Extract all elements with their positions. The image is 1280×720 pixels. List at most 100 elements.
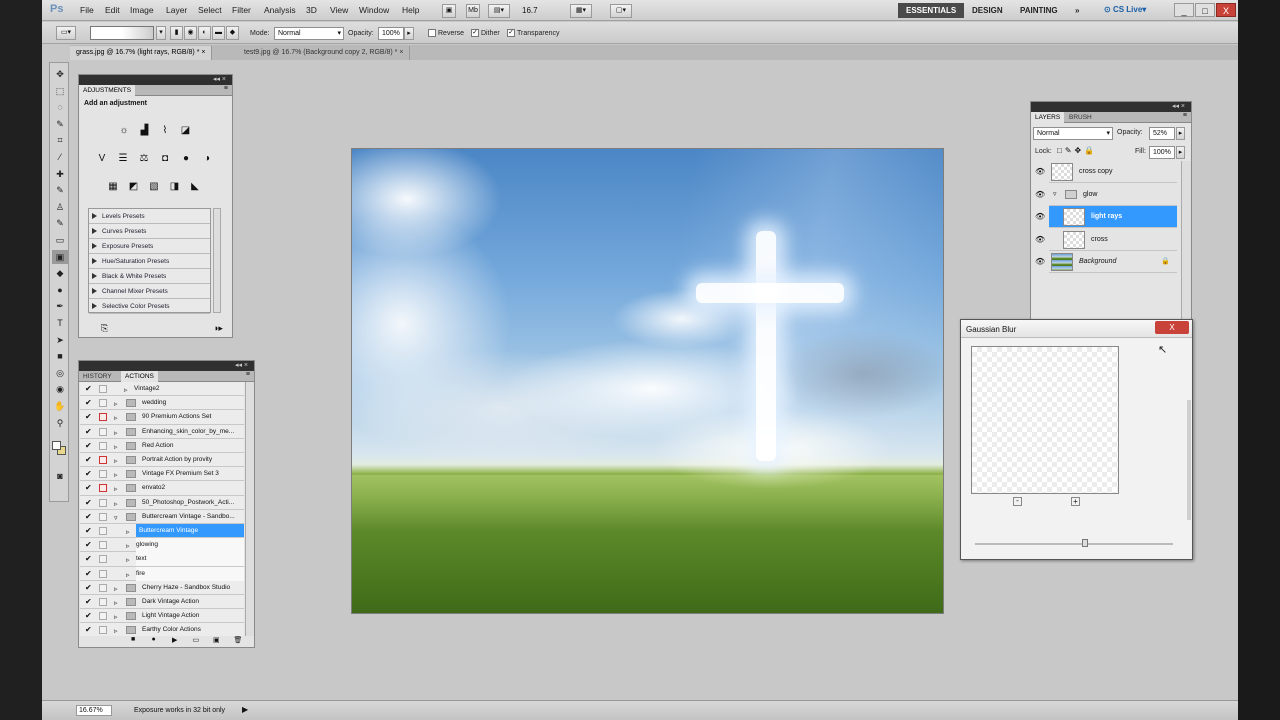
panel-collapse-icon[interactable]: ◂◂ × bbox=[1172, 102, 1185, 110]
dialog-scrollbar[interactable] bbox=[1187, 400, 1191, 520]
checkmark-icon[interactable]: ✔ bbox=[85, 484, 92, 492]
blur-tool-icon[interactable]: ◆ bbox=[52, 266, 68, 280]
radius-slider-track[interactable] bbox=[975, 543, 1173, 545]
zoom-level-menu[interactable]: 16.7 bbox=[522, 6, 538, 15]
eye-icon[interactable]: 👁 bbox=[1035, 212, 1045, 222]
close-tab-icon[interactable]: × bbox=[201, 49, 205, 56]
opacity-input[interactable]: 100% bbox=[378, 27, 404, 40]
foreground-color-swatch[interactable] bbox=[52, 441, 61, 450]
dialog-toggle-icon[interactable] bbox=[99, 598, 107, 606]
checkmark-icon[interactable]: ✔ bbox=[85, 626, 92, 634]
adjustment-icon[interactable]: V bbox=[95, 152, 109, 166]
collapsed-triangle-icon[interactable]: ▹ bbox=[114, 625, 118, 636]
workspace-essentials[interactable]: ESSENTIALS bbox=[898, 3, 965, 18]
blend-mode-select[interactable]: Normal ▾ bbox=[1033, 127, 1113, 140]
eraser-tool-icon[interactable]: ▭ bbox=[52, 233, 68, 247]
action-row[interactable]: ✔ ▹ Light Vintage Action bbox=[80, 609, 244, 624]
mode-select[interactable]: Normal ▾ bbox=[274, 27, 344, 40]
panel-collapse-icon[interactable]: ◂◂ × bbox=[213, 75, 226, 83]
layer-row[interactable]: Background 🔒 bbox=[1049, 251, 1177, 273]
action-row[interactable]: ✔ ▹ fire bbox=[80, 566, 244, 581]
action-row[interactable]: ✔ ▹ Red Action bbox=[80, 439, 244, 453]
action-row[interactable]: ✔ ▹ Buttercream Vintage bbox=[80, 524, 244, 539]
blur-preview[interactable] bbox=[971, 346, 1119, 494]
action-row[interactable]: ✔ ▹ 50_Photoshop_Postwork_Acti... bbox=[80, 496, 244, 510]
action-row[interactable]: ✔ ▹ Earthy Color Actions bbox=[80, 623, 244, 636]
checkmark-icon[interactable]: ✔ bbox=[85, 385, 92, 393]
dialog-toggle-icon[interactable] bbox=[99, 470, 107, 479]
view-extras-button[interactable]: ▤▾ bbox=[488, 4, 510, 18]
dodge-tool-icon[interactable]: ● bbox=[52, 283, 68, 297]
layer-row[interactable]: cross copy bbox=[1049, 161, 1177, 183]
tab-adjustments[interactable]: ADJUSTMENTS bbox=[79, 85, 136, 96]
adjustment-icon[interactable]: ◪ bbox=[179, 124, 193, 138]
opacity-arrow[interactable]: ▸ bbox=[1176, 127, 1185, 140]
checkmark-icon[interactable]: ✔ bbox=[85, 512, 92, 521]
tab-actions[interactable]: ACTIONS bbox=[121, 371, 158, 382]
adjustment-icon[interactable]: ▧ bbox=[147, 180, 161, 194]
preset-item[interactable]: Curves Presets bbox=[89, 224, 210, 239]
radius-slider-thumb[interactable] bbox=[1082, 539, 1088, 547]
adjustment-icon[interactable]: ▦ bbox=[106, 180, 120, 194]
new-action-icon[interactable]: ▣ bbox=[213, 636, 220, 644]
adjustment-icon[interactable]: ◘ bbox=[158, 152, 172, 166]
preset-item[interactable]: Selective Color Presets bbox=[89, 299, 210, 314]
mask-options-icon[interactable]: ◑▸ bbox=[213, 323, 223, 334]
checkmark-icon[interactable]: ✔ bbox=[85, 612, 92, 620]
transparency-checkbox[interactable]: ✓ bbox=[507, 29, 515, 37]
menu-analysis[interactable]: Analysis bbox=[264, 5, 296, 15]
workspace-painting[interactable]: PAINTING bbox=[1012, 3, 1066, 18]
eyedropper-tool-icon[interactable]: ⁄ bbox=[52, 150, 68, 164]
brush-tool-icon[interactable]: ✎ bbox=[52, 183, 68, 197]
healing-tool-icon[interactable]: ✚ bbox=[52, 167, 68, 181]
panel-menu-icon[interactable]: ≡ bbox=[1183, 112, 1187, 119]
layer-opacity-input[interactable]: 52% bbox=[1149, 127, 1175, 140]
quick-mask-icon[interactable]: ◙ bbox=[52, 469, 68, 483]
fill-input[interactable]: 100% bbox=[1149, 146, 1175, 159]
action-row[interactable]: ✔ ▹ text bbox=[80, 552, 244, 567]
action-row[interactable]: ✔ ▹ envato2 bbox=[80, 481, 244, 496]
minimize-button[interactable]: _ bbox=[1174, 3, 1194, 17]
checkmark-icon[interactable]: ✔ bbox=[85, 470, 92, 478]
gradient-picker[interactable] bbox=[90, 26, 154, 40]
3d-rotate-tool-icon[interactable]: ◎ bbox=[52, 366, 68, 380]
workspace-design[interactable]: DESIGN bbox=[964, 3, 1011, 18]
checkmark-icon[interactable]: ✔ bbox=[85, 498, 92, 507]
checkmark-icon[interactable]: ✔ bbox=[85, 456, 92, 464]
adjustment-icon[interactable]: ⌇ bbox=[158, 124, 172, 138]
dialog-titlebar[interactable]: Gaussian Blur X bbox=[961, 320, 1192, 338]
tab-grass-jpg[interactable]: grass.jpg @ 16.7% (light rays, RGB/8) * … bbox=[70, 46, 213, 60]
action-row[interactable]: ✔ ▹ Portrait Action by provity bbox=[80, 453, 244, 468]
checkmark-icon[interactable]: ✔ bbox=[85, 441, 92, 450]
adjustment-icon[interactable]: ⚖ bbox=[137, 152, 151, 166]
zoom-in-button[interactable]: + bbox=[1071, 497, 1080, 506]
menu-file[interactable]: File bbox=[80, 5, 94, 15]
preset-item[interactable]: Channel Mixer Presets bbox=[89, 284, 210, 299]
radial-gradient-button[interactable]: ◉ bbox=[184, 26, 197, 40]
dialog-toggle-icon[interactable] bbox=[99, 413, 107, 422]
action-row[interactable]: ✔ ▹ glowing bbox=[80, 538, 244, 553]
history-brush-tool-icon[interactable]: ✎ bbox=[52, 216, 68, 230]
checkmark-icon[interactable]: ✔ bbox=[85, 413, 92, 421]
actions-scrollbar[interactable] bbox=[245, 382, 254, 636]
pen-tool-icon[interactable]: ✒ bbox=[52, 299, 68, 313]
trash-icon[interactable]: 🗑 bbox=[234, 636, 243, 644]
layer-row[interactable]: light rays bbox=[1049, 206, 1177, 228]
action-row[interactable]: ✔ ▹ Cherry Haze - Sandbox Studio bbox=[80, 581, 244, 595]
checkmark-icon[interactable]: ✔ bbox=[85, 583, 92, 592]
dialog-toggle-icon[interactable] bbox=[99, 456, 107, 464]
adjustment-icon[interactable]: ● bbox=[179, 152, 193, 166]
reflected-gradient-button[interactable]: ▬ bbox=[212, 26, 225, 40]
action-row[interactable]: ✔ ▹ wedding bbox=[80, 396, 244, 411]
gradient-tool-icon[interactable]: ▣ bbox=[52, 249, 68, 264]
menu-select[interactable]: Select bbox=[198, 5, 222, 15]
hand-tool-icon[interactable]: ✋ bbox=[52, 399, 68, 413]
dialog-toggle-icon[interactable] bbox=[99, 512, 107, 521]
stop-playing-icon[interactable]: ■ bbox=[131, 636, 135, 643]
path-select-tool-icon[interactable]: ➤ bbox=[52, 333, 68, 347]
fill-arrow[interactable]: ▸ bbox=[1176, 146, 1185, 159]
adjustment-icon[interactable]: ◣ bbox=[188, 180, 202, 194]
dialog-toggle-icon[interactable] bbox=[99, 541, 107, 550]
opacity-arrow[interactable]: ▸ bbox=[404, 27, 414, 40]
lock-buttons[interactable]: □✎✥🔒 bbox=[1057, 146, 1097, 155]
